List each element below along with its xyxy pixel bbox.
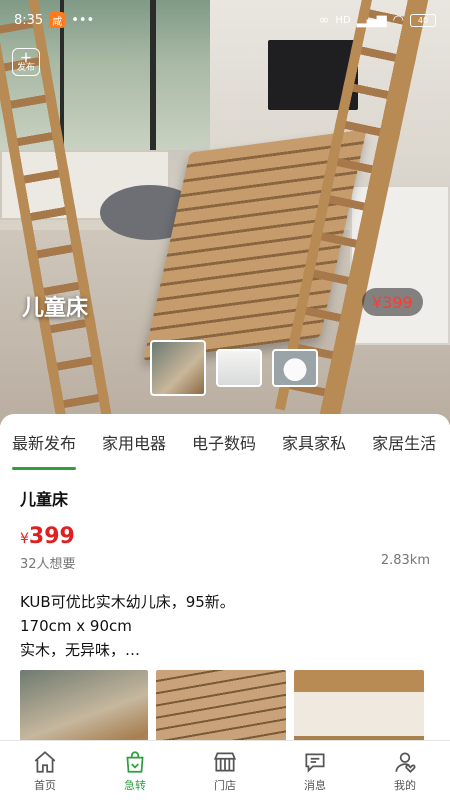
nav-store[interactable]: 门店 [190,749,260,793]
listing-card[interactable]: 儿童床 ¥399 32人想要 2.83km KUB可优比实木幼儿床，95新。 1… [0,470,450,662]
bag-icon [126,750,144,773]
item-photo-2[interactable] [156,670,286,740]
plus-icon: ＋ [19,50,32,65]
nav-messages[interactable]: 消息 [280,749,350,793]
nav-messages-label: 消息 [304,778,326,792]
more-dots-icon: ••• [71,12,95,28]
tab-electronics[interactable]: 电子数码 [192,414,256,470]
signal-bars-icon: ▂▄▆ [356,12,387,28]
battery-icon: 40 [410,13,436,27]
item-photos [0,662,450,740]
publish-label: 发布 [16,62,35,73]
message-icon [305,753,325,773]
category-tabs: 最新发布 家用电器 电子数码 家具家私 家居生活 [0,414,450,470]
tab-home-living[interactable]: 家居生活 [372,414,436,470]
wants-count: 32人想要 [20,557,76,572]
item-meta: 32人想要 2.83km [20,553,430,572]
status-time: 8:35 [14,12,44,28]
description-line: KUB可优比实木幼儿床，95新。 [20,593,235,611]
nav-resale-label: 急转 [124,778,146,792]
app-notification-icon: 咸 [49,12,66,28]
nav-home-label: 首页 [34,778,56,792]
item-price: ¥399 [20,524,430,549]
link-icon: ∞ [318,12,330,28]
thumbnail-1[interactable] [150,340,206,396]
nav-profile-label: 我的 [394,778,416,792]
signal-icon: HD [335,14,351,26]
hero-photo[interactable]: 8:35 咸 ••• ∞ HD ▂▄▆ ◠ 40 ＋ 发布 儿童床 ¥399 [0,0,450,425]
store-icon [213,751,237,772]
nav-home[interactable]: 首页 [10,749,80,793]
hero-title: 儿童床 [22,296,89,321]
description-line: 实木，无异味，… [20,641,141,659]
description-line: 170cm x 90cm [20,617,132,635]
listing-sheet: 最新发布 家用电器 电子数码 家具家私 家居生活 儿童床 ¥399 32人想要 … [0,414,450,740]
profile-icon [395,751,416,773]
item-title: 儿童床 [20,490,69,509]
item-photo-1[interactable] [20,670,148,740]
thumbnail-strip [150,340,318,396]
nav-store-label: 门店 [214,778,236,792]
nav-profile[interactable]: 我的 [370,749,440,793]
thumbnail-3[interactable] [272,349,318,387]
distance: 2.83km [380,553,430,568]
tab-appliances[interactable]: 家用电器 [102,414,166,470]
item-photo-3[interactable] [294,670,424,740]
price-value: 399 [28,524,75,549]
home-icon [34,750,56,773]
price-currency: ¥ [20,531,29,547]
thumbnail-2[interactable] [216,349,262,387]
item-description: KUB可优比实木幼儿床，95新。 170cm x 90cm 实木，无异味，… [20,590,430,662]
tab-furniture[interactable]: 家具家私 [282,414,346,470]
hero-price-badge: ¥399 [362,288,423,316]
nav-resale[interactable]: 急转 [100,749,170,793]
wifi-icon: ◠ [392,12,404,28]
bottom-navigation: 首页 急转 门店 消息 我的 [0,740,450,800]
publish-button[interactable]: ＋ 发布 [12,48,40,76]
status-bar: 8:35 咸 ••• ∞ HD ▂▄▆ ◠ 40 [0,0,450,40]
tab-latest[interactable]: 最新发布 [12,414,77,470]
